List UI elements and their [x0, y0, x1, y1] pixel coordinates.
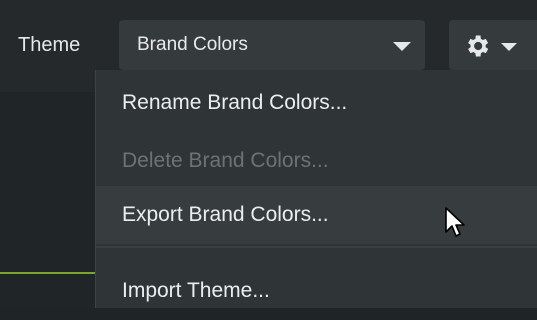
- theme-options-menu: Rename Brand Colors... Delete Brand Colo…: [95, 70, 537, 308]
- theme-select-value: Brand Colors: [137, 34, 248, 55]
- menu-item-import-theme[interactable]: Import Theme...: [96, 262, 537, 320]
- menu-item-export-brand-colors[interactable]: Export Brand Colors...: [96, 186, 537, 244]
- chevron-down-icon: [393, 42, 411, 51]
- menu-item-label: Import Theme...: [122, 279, 270, 302]
- gear-icon: [468, 35, 489, 57]
- menu-separator: [96, 246, 537, 248]
- settings-menu-button[interactable]: [449, 20, 537, 70]
- arrow-cursor-icon: [445, 207, 465, 237]
- accent-line: [0, 272, 96, 274]
- theme-select[interactable]: Brand Colors: [119, 20, 425, 70]
- menu-item-delete-brand-colors: Delete Brand Colors...: [96, 132, 537, 190]
- timeline-panel: [0, 92, 96, 308]
- menu-item-label: Rename Brand Colors...: [122, 91, 348, 114]
- menu-item-label: Export Brand Colors...: [122, 203, 329, 226]
- settings-chevron-down-icon: [501, 43, 517, 51]
- menu-item-rename-brand-colors[interactable]: Rename Brand Colors...: [96, 74, 537, 132]
- menu-item-label: Delete Brand Colors...: [122, 149, 329, 172]
- theme-label: Theme: [18, 34, 81, 56]
